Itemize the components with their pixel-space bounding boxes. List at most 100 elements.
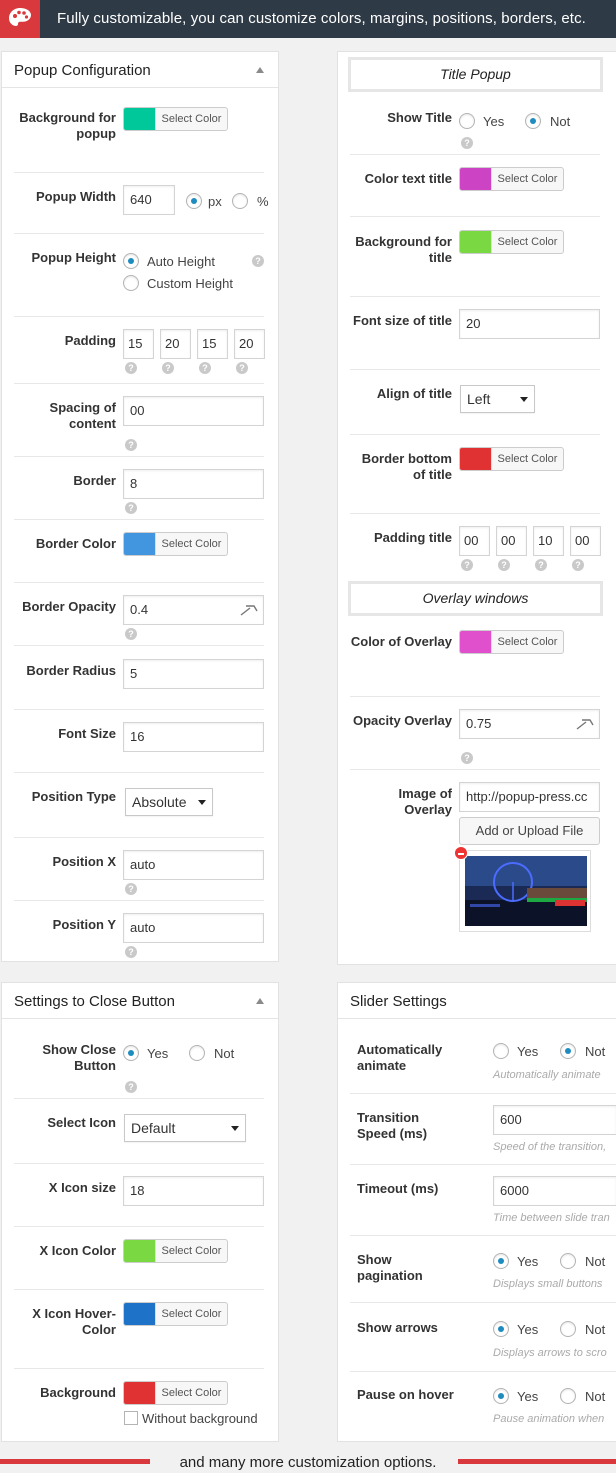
divider	[350, 513, 600, 514]
collapse-arrow-icon[interactable]	[256, 67, 264, 73]
pause-yes-radio[interactable]	[493, 1388, 509, 1404]
custom-height-label: Custom Height	[147, 276, 233, 291]
add-upload-file-button[interactable]: Add or Upload File	[459, 817, 600, 845]
x-icon-color-button[interactable]: Select Color	[123, 1239, 228, 1263]
padding-title-left-input[interactable]: 00	[570, 526, 601, 556]
help-icon[interactable]: ?	[535, 559, 547, 571]
transition-speed-input[interactable]: 600	[493, 1105, 616, 1135]
help-icon[interactable]: ?	[125, 946, 137, 958]
pagination-yes-label: Yes	[517, 1254, 539, 1269]
without-background-checkbox[interactable]	[124, 1411, 138, 1425]
select-icon-dropdown[interactable]: Default	[124, 1114, 246, 1142]
color-swatch	[460, 448, 491, 470]
overlay-color-label: Color of Overlay	[350, 634, 452, 649]
show-title-yes-label: Yes	[483, 114, 505, 129]
divider	[14, 172, 264, 173]
padding-title-top-input[interactable]: 00	[459, 526, 490, 556]
popup-width-input[interactable]: 640	[123, 185, 175, 215]
position-type-select[interactable]: Absolute	[125, 788, 213, 816]
padding-title-right-input[interactable]: 00	[496, 526, 527, 556]
timeout-input[interactable]: 6000	[493, 1176, 616, 1206]
popup-height-label: Popup Height	[31, 250, 117, 265]
auto-animate-not-radio[interactable]	[560, 1043, 576, 1059]
auto-height-radio[interactable]	[123, 253, 139, 269]
unit-px-radio[interactable]	[186, 193, 202, 209]
padding-right-input[interactable]: 20	[160, 329, 191, 359]
help-icon[interactable]: ?	[125, 628, 137, 640]
font-size-title-input[interactable]: 20	[459, 309, 600, 339]
overlay-color-button[interactable]: Select Color	[459, 630, 564, 654]
border-radius-input[interactable]: 5	[123, 659, 264, 689]
help-icon[interactable]: ?	[162, 362, 174, 374]
arrows-yes-radio[interactable]	[493, 1321, 509, 1337]
footer-text: and many more customization options.	[179, 1454, 437, 1471]
help-icon[interactable]: ?	[125, 883, 137, 895]
padding-top-input[interactable]: 15	[123, 329, 154, 359]
show-title-not-radio[interactable]	[525, 113, 541, 129]
help-icon[interactable]: ?	[125, 502, 137, 514]
border-label: Border	[73, 473, 116, 488]
close-background-color-button[interactable]: Select Color	[123, 1381, 228, 1405]
help-icon[interactable]: ?	[461, 752, 473, 764]
collapse-arrow-icon[interactable]	[256, 998, 264, 1004]
show-close-yes-radio[interactable]	[123, 1045, 139, 1061]
help-icon[interactable]: ?	[199, 362, 211, 374]
panel-header[interactable]: Settings to Close Button	[2, 983, 278, 1019]
bg-title-color-button[interactable]: Select Color	[459, 230, 564, 254]
overlay-image-url-input[interactable]: http://popup-press.cc	[459, 782, 600, 812]
auto-animate-yes-label: Yes	[517, 1044, 539, 1059]
divider	[350, 154, 600, 155]
pagination-yes-radio[interactable]	[493, 1253, 509, 1269]
show-title-not-label: Not	[550, 114, 571, 129]
divider	[14, 772, 264, 773]
border-color-button[interactable]: Select Color	[123, 532, 228, 556]
font-size-input[interactable]: 16	[123, 722, 264, 752]
help-icon[interactable]: ?	[461, 137, 473, 149]
bg-popup-color-button[interactable]: Select Color	[123, 107, 228, 131]
help-icon[interactable]: ?	[252, 255, 264, 267]
align-title-select[interactable]: Left	[460, 385, 535, 413]
help-icon[interactable]: ?	[236, 362, 248, 374]
border-color-label: Border Color	[35, 536, 116, 551]
slider-handle-icon[interactable]	[576, 717, 594, 731]
show-title-yes-radio[interactable]	[459, 113, 475, 129]
help-icon[interactable]: ?	[125, 439, 137, 451]
pause-not-radio[interactable]	[560, 1388, 576, 1404]
pagination-not-radio[interactable]	[560, 1253, 576, 1269]
padding-title-bottom-input[interactable]: 10	[533, 526, 564, 556]
unit-px-label: px	[208, 194, 222, 209]
padding-bottom-input[interactable]: 15	[197, 329, 228, 359]
x-icon-hover-color-button[interactable]: Select Color	[123, 1302, 228, 1326]
remove-image-icon[interactable]	[454, 846, 468, 860]
font-size-title-label: Font size of title	[353, 313, 452, 328]
position-y-input[interactable]: auto	[123, 913, 264, 943]
without-background-label: Without background	[142, 1411, 258, 1426]
panel-header[interactable]: Slider Settings	[338, 983, 616, 1019]
border-input[interactable]: 8	[123, 469, 264, 499]
help-icon[interactable]: ?	[461, 559, 473, 571]
help-icon[interactable]: ?	[498, 559, 510, 571]
unit-percent-radio[interactable]	[232, 193, 248, 209]
color-swatch	[124, 1240, 155, 1262]
custom-height-radio[interactable]	[123, 275, 139, 291]
divider	[350, 369, 600, 370]
spacing-content-input[interactable]: 00	[123, 396, 264, 426]
pause-desc: Pause animation when	[493, 1413, 605, 1425]
x-icon-hover-label: X Icon Hover-Color	[32, 1306, 116, 1337]
auto-animate-yes-radio[interactable]	[493, 1043, 509, 1059]
help-icon[interactable]: ?	[125, 1081, 137, 1093]
help-icon[interactable]: ?	[125, 362, 137, 374]
divider	[14, 1226, 264, 1227]
footer-banner: and many more customization options.	[0, 1440, 616, 1473]
position-x-input[interactable]: auto	[123, 850, 264, 880]
help-icon[interactable]: ?	[572, 559, 584, 571]
color-text-title-button[interactable]: Select Color	[459, 167, 564, 191]
x-icon-size-label: X Icon size	[48, 1180, 116, 1195]
show-close-not-radio[interactable]	[189, 1045, 205, 1061]
border-bottom-title-button[interactable]: Select Color	[459, 447, 564, 471]
padding-left-input[interactable]: 20	[234, 329, 265, 359]
panel-header[interactable]: Popup Configuration	[2, 52, 278, 88]
slider-handle-icon[interactable]	[240, 603, 258, 617]
x-icon-size-input[interactable]: 18	[123, 1176, 264, 1206]
arrows-not-radio[interactable]	[560, 1321, 576, 1337]
